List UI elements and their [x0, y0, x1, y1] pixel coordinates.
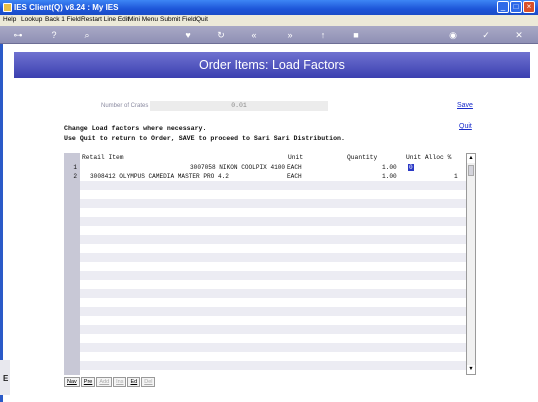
scroll-thumb[interactable]	[468, 165, 474, 176]
cell-unit: EACH	[287, 164, 302, 171]
cell-quantity: 1.00	[382, 164, 397, 171]
page-title: Order Items: Load Factors	[199, 58, 345, 72]
ed-button[interactable]: Ed	[127, 377, 141, 387]
fast-forward-icon[interactable]: »	[283, 29, 297, 41]
record-nav: Nav Pre Add Ins Ed Del	[64, 377, 156, 387]
quit-link[interactable]: Quit	[459, 123, 472, 130]
minimize-button[interactable]: _	[497, 1, 509, 13]
row-gutter	[64, 153, 80, 375]
row-number: 1	[73, 164, 77, 171]
empty-row	[80, 217, 466, 226]
app-icon	[3, 3, 12, 12]
search-icon[interactable]: ⌕	[80, 29, 94, 41]
help-icon[interactable]: ?	[47, 29, 61, 41]
heart-icon[interactable]: ♥	[181, 29, 195, 41]
table-scrollbar[interactable]: ▲ ▼	[466, 153, 476, 375]
menu-lookup[interactable]: Lookup	[21, 16, 42, 23]
menu-bar: Help Lookup Back 1 Field Restart Line Ed…	[0, 15, 538, 26]
cell-retail-item: 3008412 OLYMPUS CAMEDIA MASTER PRO 4.2	[90, 173, 229, 180]
main-panel: Order Items: Load Factors Number of Crat…	[0, 44, 538, 402]
empty-row	[80, 343, 466, 352]
cursor-icon[interactable]: ↑	[316, 29, 330, 41]
nav-button[interactable]: Nav	[64, 377, 80, 387]
menu-quit[interactable]: Quit	[196, 16, 208, 23]
menu-back-1-field[interactable]: Back 1 Field	[45, 16, 81, 23]
empty-row	[80, 289, 466, 298]
empty-row	[80, 307, 466, 316]
globe-icon[interactable]: ◉	[446, 29, 460, 41]
cell-unit: EACH	[287, 173, 302, 180]
title-bar: IES Client(Q) v8.24 : My IES _ □ ×	[0, 0, 538, 15]
pre-button[interactable]: Pre	[80, 377, 96, 387]
empty-row	[80, 253, 466, 262]
menu-help[interactable]: Help	[3, 16, 16, 23]
items-table: Retail Item Unit Quantity Unit Alloc % 1…	[64, 153, 466, 375]
row-number: 2	[73, 173, 77, 180]
maximize-button[interactable]: □	[510, 1, 522, 13]
empty-row	[80, 181, 466, 190]
side-strip-icon: E	[3, 374, 9, 383]
toolbar: ⊶ ? ⌕ ♥ ↻ « » ↑ ■ ◉ ✓ ✕	[0, 26, 538, 44]
cell-retail-item: 3007058 NIKON COOLPIX 4100	[190, 164, 286, 171]
add-button: Add	[96, 377, 113, 387]
crates-field[interactable]: 0.01	[150, 101, 328, 111]
menu-submit-field[interactable]: Submit Field	[160, 16, 196, 23]
table-row[interactable]: 3008412 OLYMPUS CAMEDIA MASTER PRO 4.2 E…	[80, 172, 466, 181]
cell-unit-alloc: 1	[454, 173, 458, 180]
key-icon[interactable]: ⊶	[7, 29, 29, 41]
stop-icon[interactable]: ■	[349, 29, 363, 41]
close-window-button[interactable]: ×	[523, 1, 535, 13]
save-link[interactable]: Save	[457, 102, 473, 109]
scroll-up-icon[interactable]: ▲	[467, 154, 475, 163]
col-header-unit-alloc[interactable]: Unit Alloc %	[406, 154, 451, 161]
empty-row	[80, 361, 466, 370]
window-title: IES Client(Q) v8.24 : My IES	[14, 3, 119, 12]
empty-row	[80, 199, 466, 208]
cell-unit-alloc-input[interactable]: 0	[408, 164, 414, 171]
close-icon[interactable]: ✕	[512, 29, 526, 41]
table-row[interactable]: 3007058 NIKON COOLPIX 4100 EACH 1.00 0	[80, 163, 466, 172]
page-header: Order Items: Load Factors	[14, 52, 530, 78]
empty-row	[80, 235, 466, 244]
crates-label: Number of Crates	[101, 103, 149, 109]
scroll-down-icon[interactable]: ▼	[467, 365, 475, 374]
side-strip: E	[0, 360, 10, 395]
empty-row	[80, 325, 466, 334]
rewind-icon[interactable]: «	[247, 29, 261, 41]
col-header-unit[interactable]: Unit	[288, 154, 303, 161]
menu-mini-menu[interactable]: Mini Menu	[128, 16, 158, 23]
refresh-icon[interactable]: ↻	[214, 29, 228, 41]
menu-restart-line-edit[interactable]: Restart Line Edit	[81, 16, 129, 23]
check-icon[interactable]: ✓	[479, 29, 493, 41]
cell-quantity: 1.00	[382, 173, 397, 180]
instruction-line-2: Use Quit to return to Order, SAVE to pro…	[64, 135, 345, 142]
ins-button: Ins	[113, 377, 127, 387]
col-header-retail-item[interactable]: Retail Item	[82, 154, 124, 161]
instruction-line-1: Change Load factors where necessary.	[64, 125, 207, 132]
empty-row	[80, 271, 466, 280]
col-header-quantity[interactable]: Quantity	[347, 154, 377, 161]
del-button: Del	[141, 377, 156, 387]
